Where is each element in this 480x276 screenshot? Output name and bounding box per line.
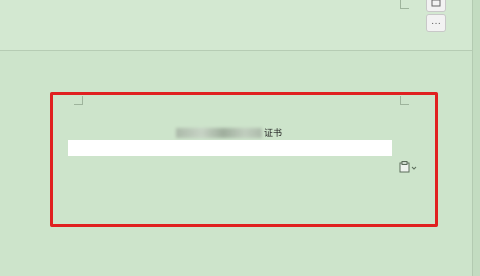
vertical-scrollbar[interactable]: [472, 0, 480, 276]
layout-options-button[interactable]: [426, 0, 446, 12]
previous-page-area: [0, 0, 472, 51]
more-icon: ···: [431, 17, 441, 29]
margin-corner-mark: [400, 0, 409, 9]
annotation-highlight-box: [50, 92, 438, 227]
layout-icon: [431, 0, 441, 7]
more-options-button[interactable]: ···: [426, 14, 446, 32]
